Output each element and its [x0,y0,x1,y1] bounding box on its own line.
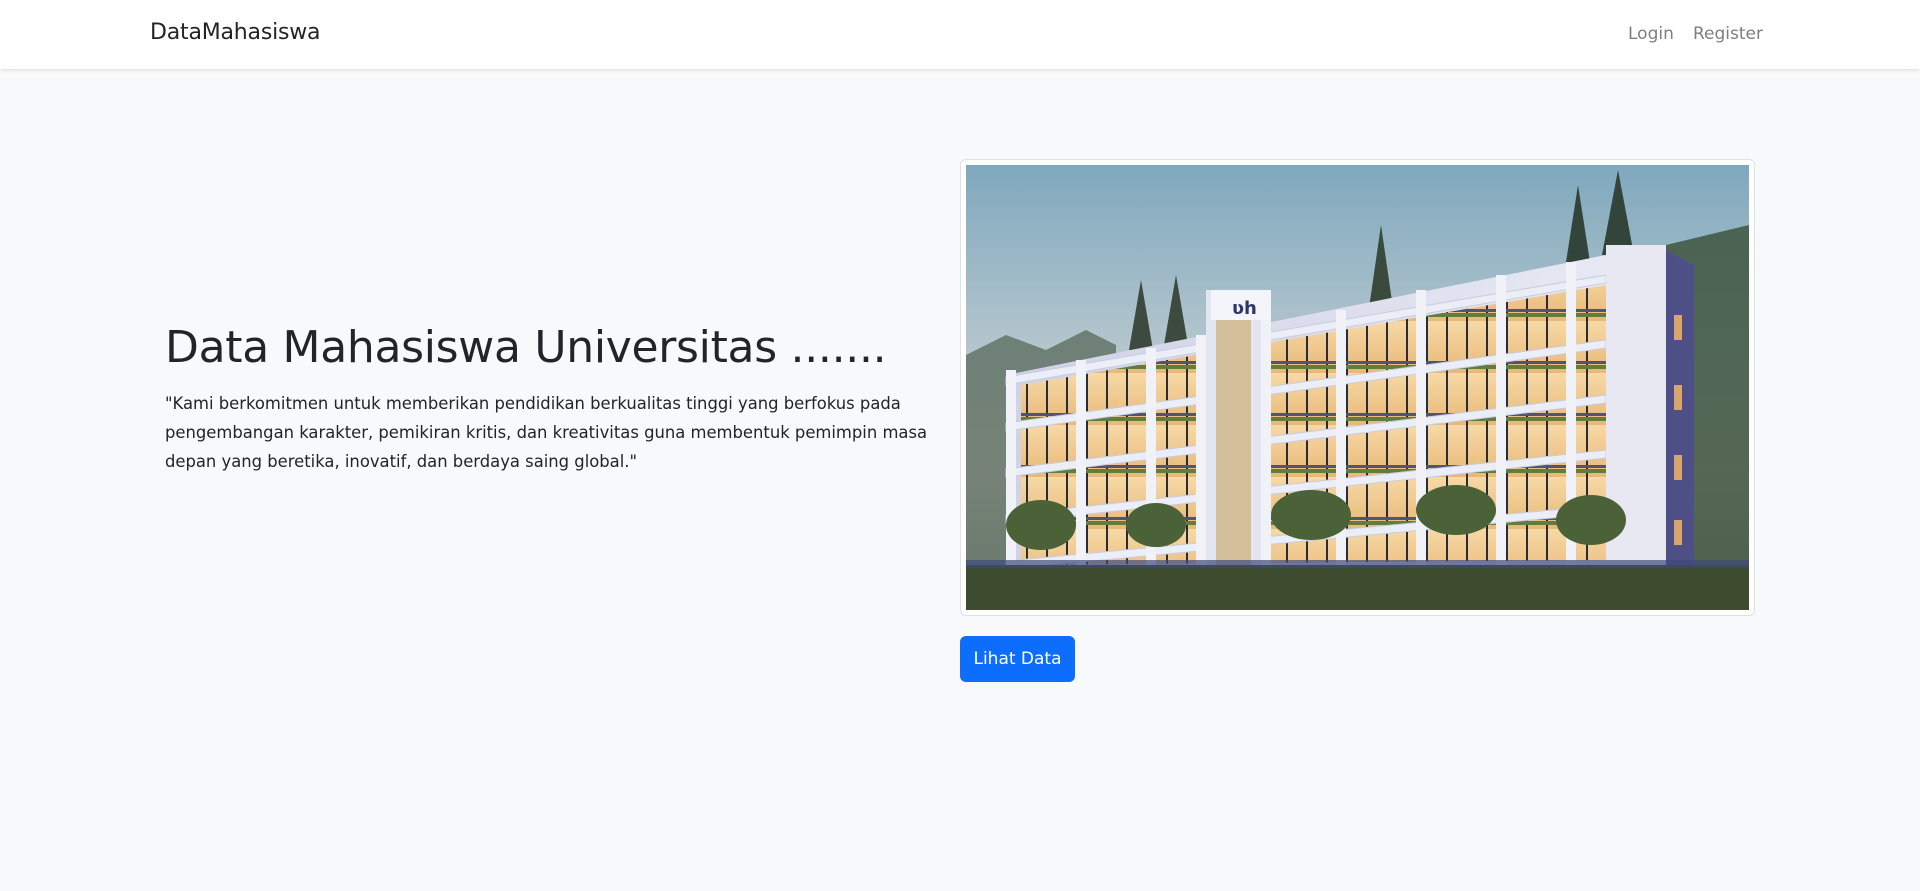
navbar-brand[interactable]: DataMahasiswa [150,20,321,45]
nav-link-register[interactable]: Register [1693,24,1763,44]
hero-description: "Kami berkomitmen untuk memberikan pendi… [165,394,928,471]
navbar: DataMahasiswa Login Register [0,0,1920,69]
view-data-button[interactable]: Lihat Data [960,636,1075,682]
hero-title: Data Mahasiswa Universitas ....... [165,322,887,373]
nav-link-login[interactable]: Login [1628,24,1674,44]
building-photo-icon: ʋh [966,165,1749,610]
svg-text:ʋh: ʋh [1232,298,1257,319]
building-image-frame: ʋh [960,159,1755,616]
